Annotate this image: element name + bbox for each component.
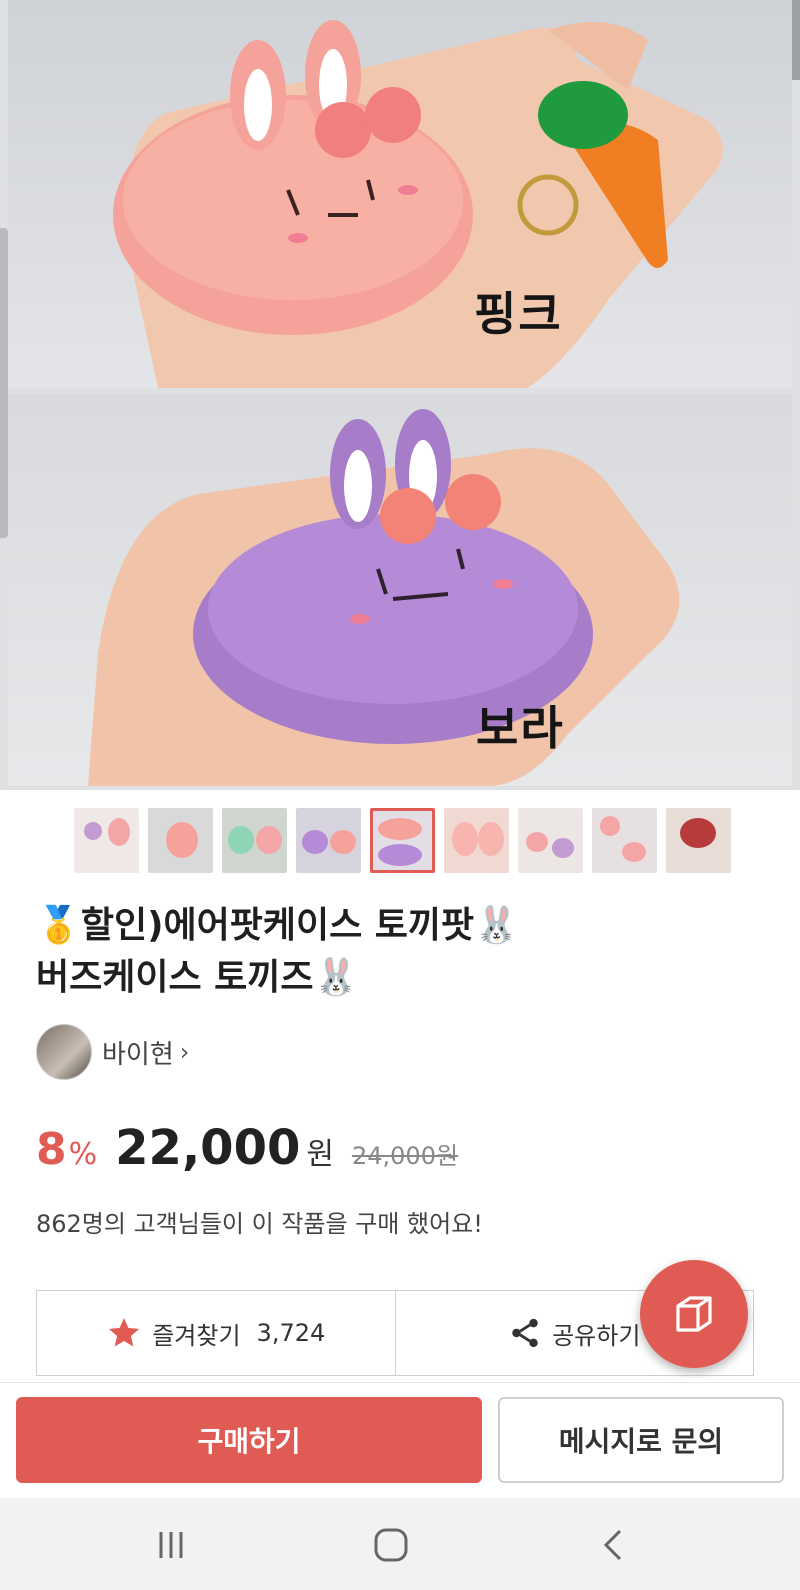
thumbnail[interactable]: [666, 808, 731, 873]
favorite-count: 3,724: [256, 1319, 326, 1347]
thumbnail-selected[interactable]: [370, 808, 435, 873]
thumbnail-strip: [74, 808, 731, 873]
message-inquiry-button[interactable]: 메시지로 문의: [498, 1397, 784, 1483]
product-photo-purple: 보라: [8, 394, 792, 786]
star-icon: [109, 1318, 140, 1347]
thumbnail[interactable]: [74, 808, 139, 873]
product-title-line-2: 버즈케이스 토끼즈🐰: [36, 957, 359, 998]
thumbnail[interactable]: [148, 808, 213, 873]
avatar: [36, 1024, 92, 1080]
home-icon[interactable]: [372, 1526, 410, 1564]
floating-box-button[interactable]: [640, 1260, 748, 1368]
product-title: 🥇할인)에어팟케이스 토끼팟🐰 버즈케이스 토끼즈🐰: [36, 900, 756, 1004]
recent-apps-icon[interactable]: [154, 1528, 188, 1562]
rabbit-icon: 🐰: [313, 957, 359, 998]
rabbit-icon: 🐰: [474, 905, 519, 946]
purchase-count-text: 862명의 고객님들이 이 작품을 구매 했어요!: [36, 1210, 483, 1238]
back-icon[interactable]: [598, 1528, 628, 1562]
product-photo-pink: 핑크: [8, 0, 792, 388]
product-title-line-1: 🥇할인)에어팟케이스 토끼팟🐰: [36, 905, 519, 946]
price-row: 8 % 22,000 원 24,000원: [36, 1120, 458, 1176]
currency-unit: 원: [306, 1137, 334, 1172]
system-navigation-bar: [0, 1498, 800, 1590]
thumbnail[interactable]: [518, 808, 583, 873]
box-icon: [676, 1296, 712, 1332]
scrollbar[interactable]: [792, 0, 800, 80]
share-icon: [512, 1318, 538, 1348]
medal-icon: 🥇: [36, 905, 81, 946]
buy-button[interactable]: 구매하기: [16, 1397, 482, 1483]
chevron-right-icon: ›: [179, 1038, 190, 1066]
color-label-pink: 핑크: [474, 287, 563, 341]
thumbnail[interactable]: [592, 808, 657, 873]
share-label: 공유하기: [552, 1321, 641, 1350]
sale-price: 22,000: [115, 1120, 301, 1176]
thumbnail[interactable]: [296, 808, 361, 873]
thumbnail[interactable]: [222, 808, 287, 873]
thumbnail[interactable]: [444, 808, 509, 873]
purchase-bar: 구매하기 메시지로 문의: [0, 1382, 800, 1498]
color-label-purple: 보라: [476, 701, 565, 755]
product-image-gallery[interactable]: 핑크 보라: [0, 0, 800, 790]
discount-percent-sign: %: [68, 1137, 98, 1172]
favorite-label: 즐겨찾기: [152, 1321, 241, 1350]
favorite-button[interactable]: 즐겨찾기 3,724: [37, 1291, 395, 1375]
discount-rate: 8: [36, 1124, 67, 1175]
seller-link[interactable]: 바이현 ›: [36, 1024, 189, 1080]
gallery-edge: [0, 228, 8, 538]
original-price: 24,000원: [351, 1142, 459, 1170]
seller-name: 바이현: [102, 1039, 174, 1070]
